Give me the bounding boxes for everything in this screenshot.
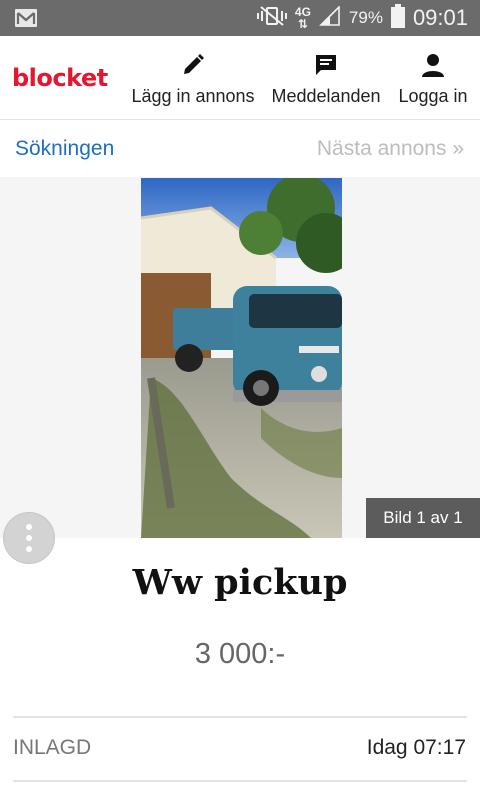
- blocket-logo[interactable]: blocket: [12, 64, 108, 92]
- messages-label: Meddelanden: [271, 86, 381, 106]
- post-ad-label: Lägg in annons: [131, 86, 255, 106]
- message-icon: [314, 52, 338, 78]
- person-icon: [422, 52, 444, 78]
- battery-percent: 79%: [348, 8, 383, 27]
- status-bar: 4G ⇅ 79% 09:01: [0, 0, 480, 36]
- dot-icon: [26, 546, 32, 552]
- data-arrows-icon: ⇅: [297, 17, 308, 31]
- dot-icon: [26, 524, 32, 530]
- network-indicator: 4G ⇅: [295, 6, 311, 30]
- post-ad-button[interactable]: Lägg in annons: [129, 36, 257, 120]
- pencil-icon: [181, 52, 205, 78]
- messages-button[interactable]: Meddelanden: [267, 36, 385, 120]
- ad-price: 3 000:-: [194, 638, 286, 670]
- more-options-button[interactable]: [3, 512, 55, 564]
- login-button[interactable]: Logga in: [397, 36, 469, 120]
- next-ad-link[interactable]: Nästa annons »: [317, 137, 464, 161]
- dot-icon: [26, 535, 32, 541]
- divider: [13, 716, 467, 718]
- ad-navigation: Sökningen Nästa annons »: [0, 121, 480, 177]
- mail-icon: [14, 8, 38, 33]
- image-gallery[interactable]: Bild 1 av 1: [0, 177, 480, 538]
- divider: [13, 780, 467, 782]
- ad-title: Ww pickup: [132, 562, 348, 603]
- clock: 09:01: [412, 5, 468, 30]
- login-label: Logga in: [398, 86, 468, 106]
- back-to-search-link[interactable]: Sökningen: [15, 137, 114, 161]
- ad-photo[interactable]: [141, 178, 342, 538]
- battery-icon: [390, 3, 405, 33]
- app-header: blocket Lägg in annons Meddelanden Logga…: [0, 36, 480, 120]
- image-counter: Bild 1 av 1: [366, 498, 480, 538]
- signal-icon: [318, 4, 341, 31]
- posted-label: INLAGD: [13, 736, 92, 759]
- vibrate-icon: [256, 5, 287, 32]
- posted-value: Idag 07:17: [366, 736, 466, 759]
